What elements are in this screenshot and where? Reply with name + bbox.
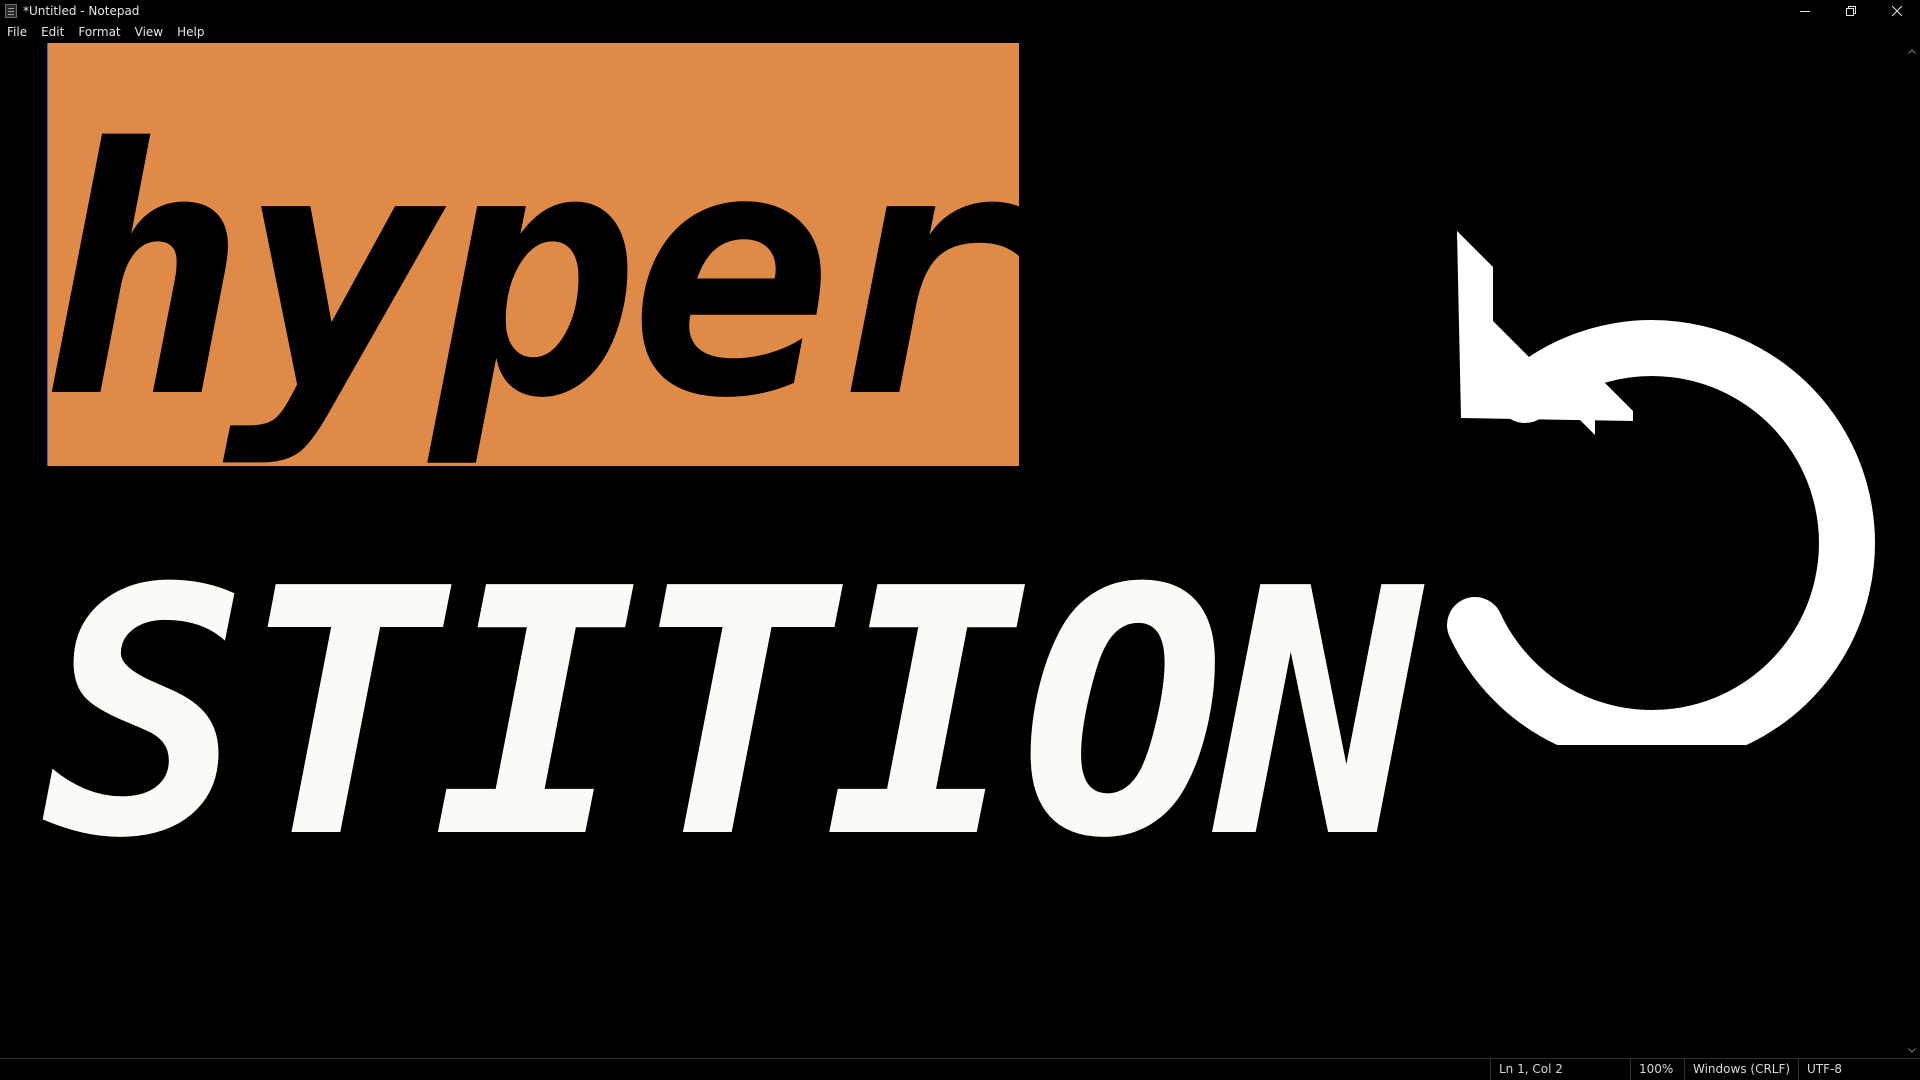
- notepad-app-icon[interactable]: [5, 4, 17, 18]
- notepad-window: *Untitled - Notepad File Edit Format Vie…: [0, 0, 1920, 1080]
- menu-edit[interactable]: Edit: [34, 22, 71, 42]
- status-encoding: UTF-8: [1798, 1059, 1920, 1080]
- text-editor-area[interactable]: hyper STITION: [0, 43, 1904, 1058]
- chevron-down-icon: [1908, 1047, 1916, 1053]
- title-bar[interactable]: *Untitled - Notepad: [0, 0, 1920, 22]
- close-icon: [1892, 6, 1902, 16]
- menu-file[interactable]: File: [0, 22, 34, 42]
- restore-icon: [1846, 6, 1856, 16]
- window-title: *Untitled - Notepad: [23, 4, 140, 18]
- chevron-up-icon: [1908, 48, 1916, 54]
- menu-help[interactable]: Help: [170, 22, 211, 42]
- window-controls: [1782, 0, 1920, 22]
- menu-format[interactable]: Format: [71, 22, 127, 42]
- minimize-button[interactable]: [1782, 0, 1828, 22]
- status-zoom: 100%: [1630, 1059, 1684, 1080]
- vertical-scrollbar[interactable]: [1904, 43, 1920, 1058]
- minimize-icon: [1800, 11, 1810, 12]
- scroll-down-button[interactable]: [1904, 1042, 1920, 1058]
- menu-view[interactable]: View: [128, 22, 170, 42]
- close-button[interactable]: [1874, 0, 1920, 22]
- menu-bar: File Edit Format View Help: [0, 22, 1920, 42]
- restore-button[interactable]: [1828, 0, 1874, 22]
- status-cursor-position: Ln 1, Col 2: [1490, 1059, 1630, 1080]
- scroll-up-button[interactable]: [1904, 43, 1920, 59]
- editor-line-2: STITION: [42, 517, 1421, 913]
- status-line-ending: Windows (CRLF): [1684, 1059, 1798, 1080]
- status-bar: Ln 1, Col 2 100% Windows (CRLF) UTF-8: [0, 1058, 1920, 1080]
- undo-arrow-icon: [1447, 231, 1875, 745]
- editor-line-1: hyper: [42, 77, 1029, 473]
